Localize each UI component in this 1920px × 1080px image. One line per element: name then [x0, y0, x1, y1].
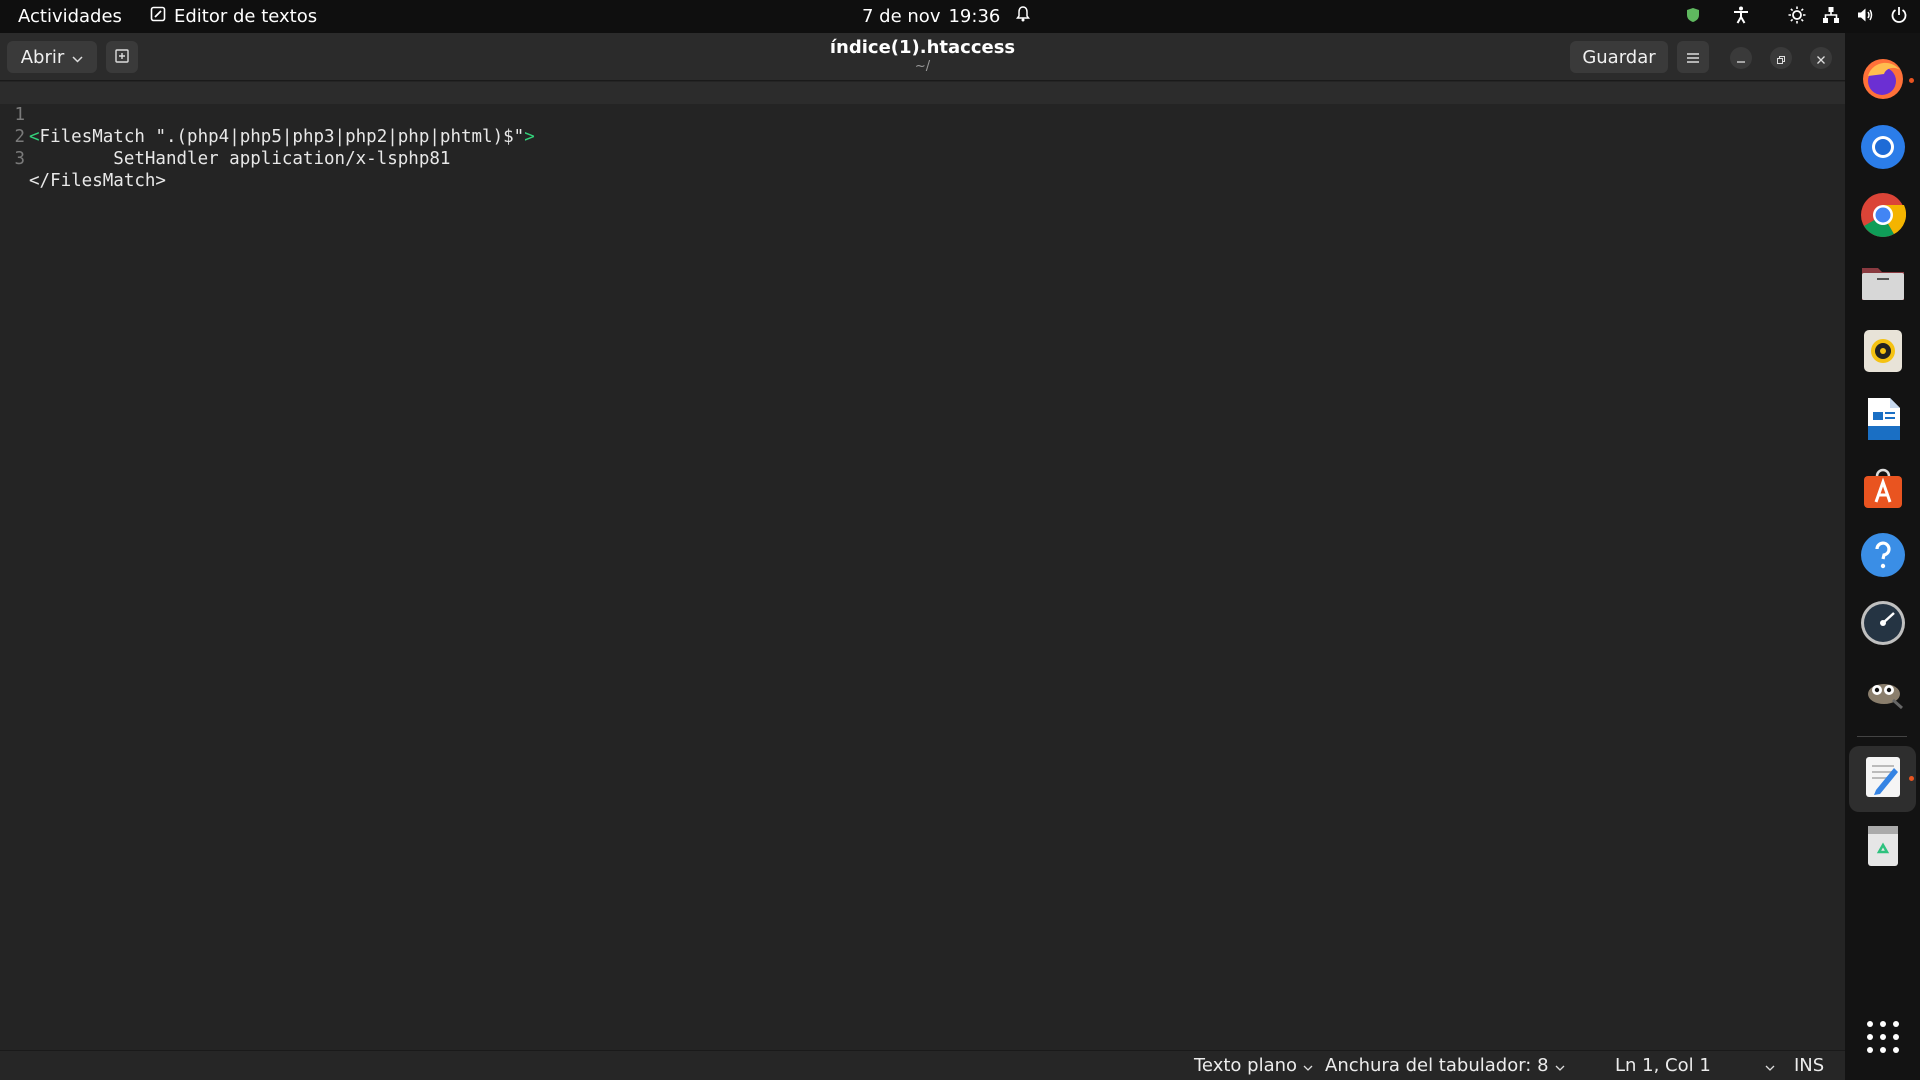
line-content: SetHandler application/x-lsphp81 [29, 149, 451, 169]
document-path: ~/ [914, 59, 931, 74]
tab-width-selector[interactable]: Anchura del tabulador: 8 [1325, 1055, 1565, 1076]
cursor-position-selector[interactable]: Ln 1, Col 1 [1615, 1055, 1775, 1076]
dock-item-chromium[interactable] [1858, 124, 1908, 174]
insert-mode-indicator[interactable]: INS [1794, 1055, 1824, 1076]
network-icon[interactable] [1822, 6, 1840, 24]
minimize-icon [1737, 49, 1745, 68]
chevron-down-icon [1765, 1055, 1775, 1076]
dock [1845, 33, 1920, 1080]
power-icon[interactable] [1890, 6, 1908, 24]
text-editor-app-icon [150, 6, 166, 27]
files-icon [1860, 260, 1906, 310]
editor-line[interactable]: 1 <FilesMatch ".(php4|php5|php3|php2|php… [0, 82, 1845, 147]
header-bar: Abrir índice(1).htaccess ~/ Guardar [0, 33, 1845, 81]
help-icon [1860, 532, 1906, 582]
dock-item-firefox[interactable] [1858, 56, 1914, 106]
chromium-icon [1860, 124, 1906, 174]
chevron-down-icon [1555, 1055, 1565, 1076]
language-selector[interactable]: Texto plano [1194, 1055, 1313, 1076]
trash-icon [1860, 822, 1906, 872]
show-apps-icon [1866, 1020, 1900, 1058]
top-bar: Actividades Editor de textos 7 de nov 19… [0, 0, 1920, 33]
dock-separator [1857, 736, 1907, 737]
close-button[interactable] [1810, 47, 1832, 69]
line-content: </FilesMatch> [29, 171, 166, 191]
activities-button[interactable]: Actividades [18, 6, 122, 27]
language-label: Texto plano [1194, 1055, 1298, 1076]
app-menu[interactable]: Editor de textos [150, 6, 317, 27]
hamburger-icon [1687, 48, 1699, 67]
speedtest-icon [1860, 600, 1906, 650]
restore-icon [1777, 49, 1785, 68]
dock-item-text-editor[interactable] [1858, 754, 1914, 804]
dock-item-gimp[interactable] [1858, 668, 1908, 718]
running-indicator [1909, 78, 1914, 83]
app-name: Editor de textos [174, 6, 318, 27]
dock-item-files[interactable] [1858, 260, 1908, 310]
app-center-icon [1860, 464, 1906, 514]
date: 7 de nov [862, 6, 941, 27]
dock-item-app-center[interactable] [1858, 464, 1908, 514]
maximize-button[interactable] [1770, 47, 1792, 69]
chevron-down-icon [1303, 1055, 1313, 1076]
dock-item-chrome[interactable] [1858, 192, 1908, 242]
main-menu-button[interactable] [1677, 41, 1709, 73]
dock-item-help[interactable] [1858, 532, 1908, 582]
insert-mode: INS [1794, 1055, 1825, 1076]
volume-icon[interactable] [1856, 6, 1874, 24]
window-title-area: índice(1).htaccess ~/ [0, 37, 1845, 74]
tab-width-label: Anchura del tabulador: 8 [1325, 1055, 1549, 1076]
text-editor-icon [1860, 754, 1906, 804]
clock[interactable]: 7 de nov 19:36 [862, 6, 1031, 27]
dock-item-writer[interactable] [1858, 396, 1908, 446]
editor-line[interactable]: 3 </FilesMatch> [0, 126, 1845, 191]
dock-item-rhythmbox[interactable] [1858, 328, 1908, 378]
firefox-icon [1860, 56, 1906, 106]
save-button[interactable]: Guardar [1570, 41, 1668, 73]
system-tray[interactable] [1684, 6, 1908, 24]
close-icon [1817, 49, 1825, 68]
running-indicator [1909, 776, 1914, 781]
chrome-icon [1860, 192, 1907, 242]
text-editor-area[interactable]: 1 <FilesMatch ".(php4|php5|php3|php2|php… [0, 81, 1845, 1050]
editor-line[interactable]: 2 SetHandler application/x-lsphp81 [0, 104, 1845, 169]
cursor-position: Ln 1, Col 1 [1615, 1055, 1711, 1076]
show-apps-button[interactable] [1858, 1014, 1908, 1064]
line-number: 3 [14, 149, 25, 169]
brightness-icon[interactable] [1788, 6, 1806, 24]
rhythmbox-icon [1860, 328, 1906, 378]
gimp-icon [1860, 668, 1906, 718]
shield-icon[interactable] [1684, 6, 1702, 24]
accessibility-icon[interactable] [1732, 6, 1750, 24]
document-title: índice(1).htaccess [829, 37, 1016, 58]
status-bar: Texto plano Anchura del tabulador: 8 Ln … [0, 1050, 1845, 1080]
libreoffice-writer-icon [1860, 396, 1906, 446]
dock-item-speedtest[interactable] [1858, 600, 1908, 650]
time: 19:36 [948, 6, 1001, 27]
dock-item-trash[interactable] [1858, 822, 1908, 872]
bell-icon [1016, 6, 1031, 27]
minimize-button[interactable] [1730, 47, 1752, 69]
